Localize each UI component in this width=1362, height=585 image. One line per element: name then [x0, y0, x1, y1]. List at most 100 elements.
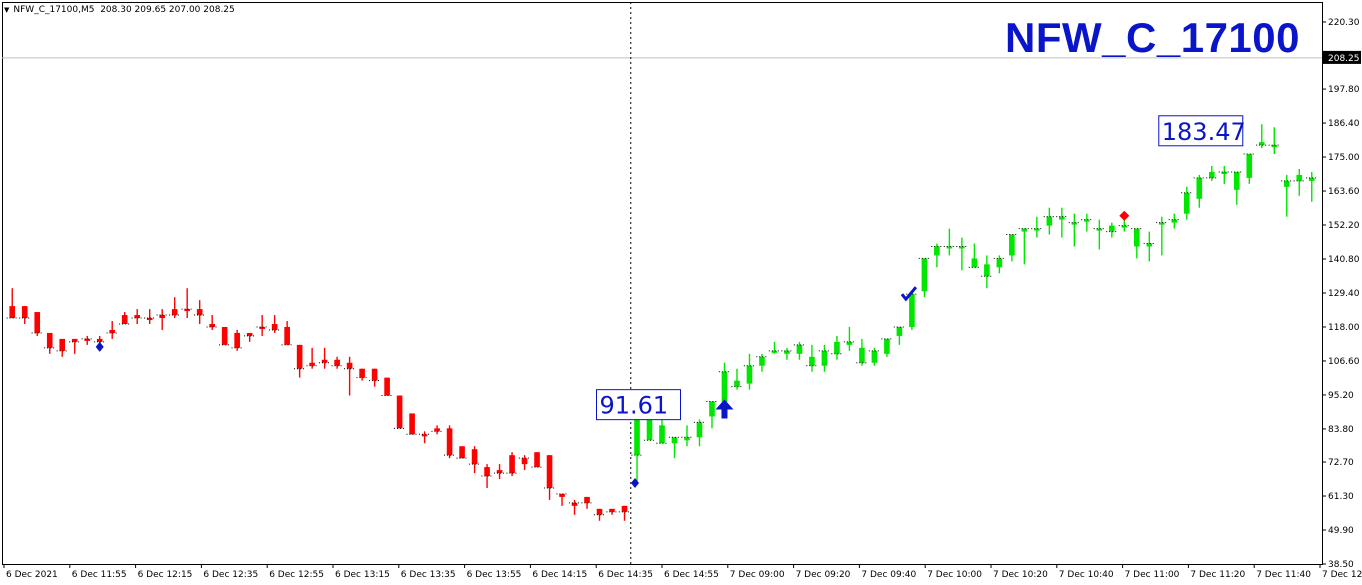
candle-body: [809, 356, 815, 366]
candle-body: [34, 312, 41, 333]
x-tick-label: 7 Dec 12:00: [1322, 570, 1362, 580]
y-tick-label: 197.80: [1328, 85, 1360, 95]
candle-body: [1246, 154, 1253, 178]
blue-diamond-marker: [631, 478, 640, 489]
y-tick-label: 163.60: [1328, 187, 1360, 197]
candle-body: [59, 338, 66, 351]
candle-body: [1233, 171, 1240, 190]
candle-body: [796, 344, 803, 354]
candle-body: [446, 428, 453, 456]
candle-body: [534, 452, 540, 468]
candle-body: [909, 294, 915, 327]
candle-body: [621, 505, 628, 512]
candle-body: [709, 401, 715, 417]
candle-body: [346, 362, 353, 369]
x-tick-label: 6 Dec 2021: [6, 570, 58, 580]
candle-body: [834, 341, 840, 354]
candle-body: [584, 496, 590, 503]
x-tick-label: 6 Dec 14:15: [532, 570, 587, 580]
candle-body: [396, 395, 403, 429]
candle-body: [871, 350, 878, 363]
x-tick-label: 7 Dec 09:40: [861, 570, 916, 580]
x-tick-label: 6 Dec 13:15: [335, 570, 390, 580]
candle-body: [471, 449, 478, 465]
x-tick-label: 6 Dec 12:15: [138, 570, 193, 580]
x-tick-label: 7 Dec 09:20: [796, 570, 851, 580]
y-tick-label: 118.00: [1328, 323, 1360, 333]
plot-frame: [2, 2, 1323, 565]
x-tick-label: 7 Dec 11:40: [1256, 570, 1311, 580]
candle-body: [1283, 180, 1290, 187]
x-tick-label: 7 Dec 09:00: [730, 570, 785, 580]
symbol-overlay-title: NFW_C_17100: [1005, 14, 1300, 61]
candle-body: [384, 377, 390, 396]
candle-body: [859, 347, 865, 363]
y-tick-label: 49.90: [1328, 526, 1354, 536]
y-tick-label: 129.40: [1328, 289, 1360, 299]
y-tick-label: 61.30: [1328, 492, 1354, 502]
candle-body: [884, 338, 890, 354]
candle-body: [1183, 192, 1190, 214]
y-tick-label: 83.80: [1328, 425, 1354, 435]
candle-body: [234, 332, 240, 348]
candle-body: [521, 458, 528, 465]
x-tick-label: 7 Dec 10:40: [1059, 570, 1114, 580]
candle-body: [21, 306, 28, 319]
chart-header: ▼ NFW_C_17100,M5 208.30 209.65 207.00 208…: [4, 5, 235, 15]
candle-body: [934, 246, 940, 256]
candle-body: [596, 508, 603, 515]
y-tick-label: 38.50: [1328, 560, 1354, 570]
candle-body: [1208, 171, 1215, 178]
x-tick-label: 6 Dec 14:35: [598, 570, 653, 580]
candle-body: [9, 306, 16, 319]
up-arrow-icon: [715, 399, 734, 419]
candle-body: [284, 326, 290, 345]
candle-body: [1134, 228, 1140, 247]
ohlc-values: 208.30 209.65 207.00 208.25: [100, 5, 235, 15]
candle-body: [1009, 234, 1015, 256]
x-tick-label: 6 Dec 11:55: [72, 570, 127, 580]
x-tick-label: 6 Dec 12:35: [203, 570, 258, 580]
candle-body: [1046, 216, 1053, 226]
price-annotation-label: 91.61: [599, 392, 668, 420]
y-tick-label: 186.40: [1328, 119, 1360, 129]
candle-body: [484, 467, 490, 477]
candle-body: [409, 413, 415, 435]
blue-diamond-marker: [95, 341, 104, 352]
candle-body: [171, 309, 178, 316]
candle-body: [984, 264, 990, 277]
x-tick-label: 6 Dec 12:55: [269, 570, 324, 580]
collapse-triangle-icon[interactable]: ▼: [4, 6, 9, 14]
y-tick-label: 72.70: [1328, 458, 1354, 468]
candle-body: [271, 323, 278, 330]
y-tick-label: 220.30: [1328, 18, 1360, 28]
candle-body: [734, 380, 740, 387]
candle-body: [821, 350, 828, 366]
candle-body: [46, 332, 53, 348]
candle-body: [896, 326, 903, 336]
candle-body: [996, 258, 1003, 268]
y-tick-label: 175.00: [1328, 153, 1360, 163]
price-annotation-label: 183.47: [1162, 118, 1246, 146]
candle-body: [746, 365, 753, 384]
x-tick-label: 7 Dec 11:20: [1190, 570, 1245, 580]
candle-body: [1109, 225, 1115, 232]
y-tick-label: 106.60: [1328, 357, 1360, 367]
price-chart: 220.30 208.25 197.80 186.40 175.00 163.60 152.…: [2, 2, 1362, 580]
y-tick-label: 152.20: [1328, 221, 1360, 231]
candle-body: [509, 455, 515, 474]
candle-body: [546, 455, 553, 488]
candle-body: [971, 258, 978, 268]
current-price-label: 208.25: [1328, 54, 1360, 64]
candle-body: [371, 368, 378, 381]
candle-body: [1196, 177, 1203, 199]
candle-body: [1296, 174, 1303, 181]
candle-body: [196, 309, 203, 316]
x-tick-label: 6 Dec 13:35: [401, 570, 456, 580]
candle-body: [759, 356, 765, 366]
candle-body: [359, 368, 365, 378]
x-tick-label: 7 Dec 11:00: [1125, 570, 1180, 580]
candle-body: [671, 437, 678, 444]
red-diamond-marker: [1119, 210, 1130, 221]
candle-body: [696, 422, 703, 438]
